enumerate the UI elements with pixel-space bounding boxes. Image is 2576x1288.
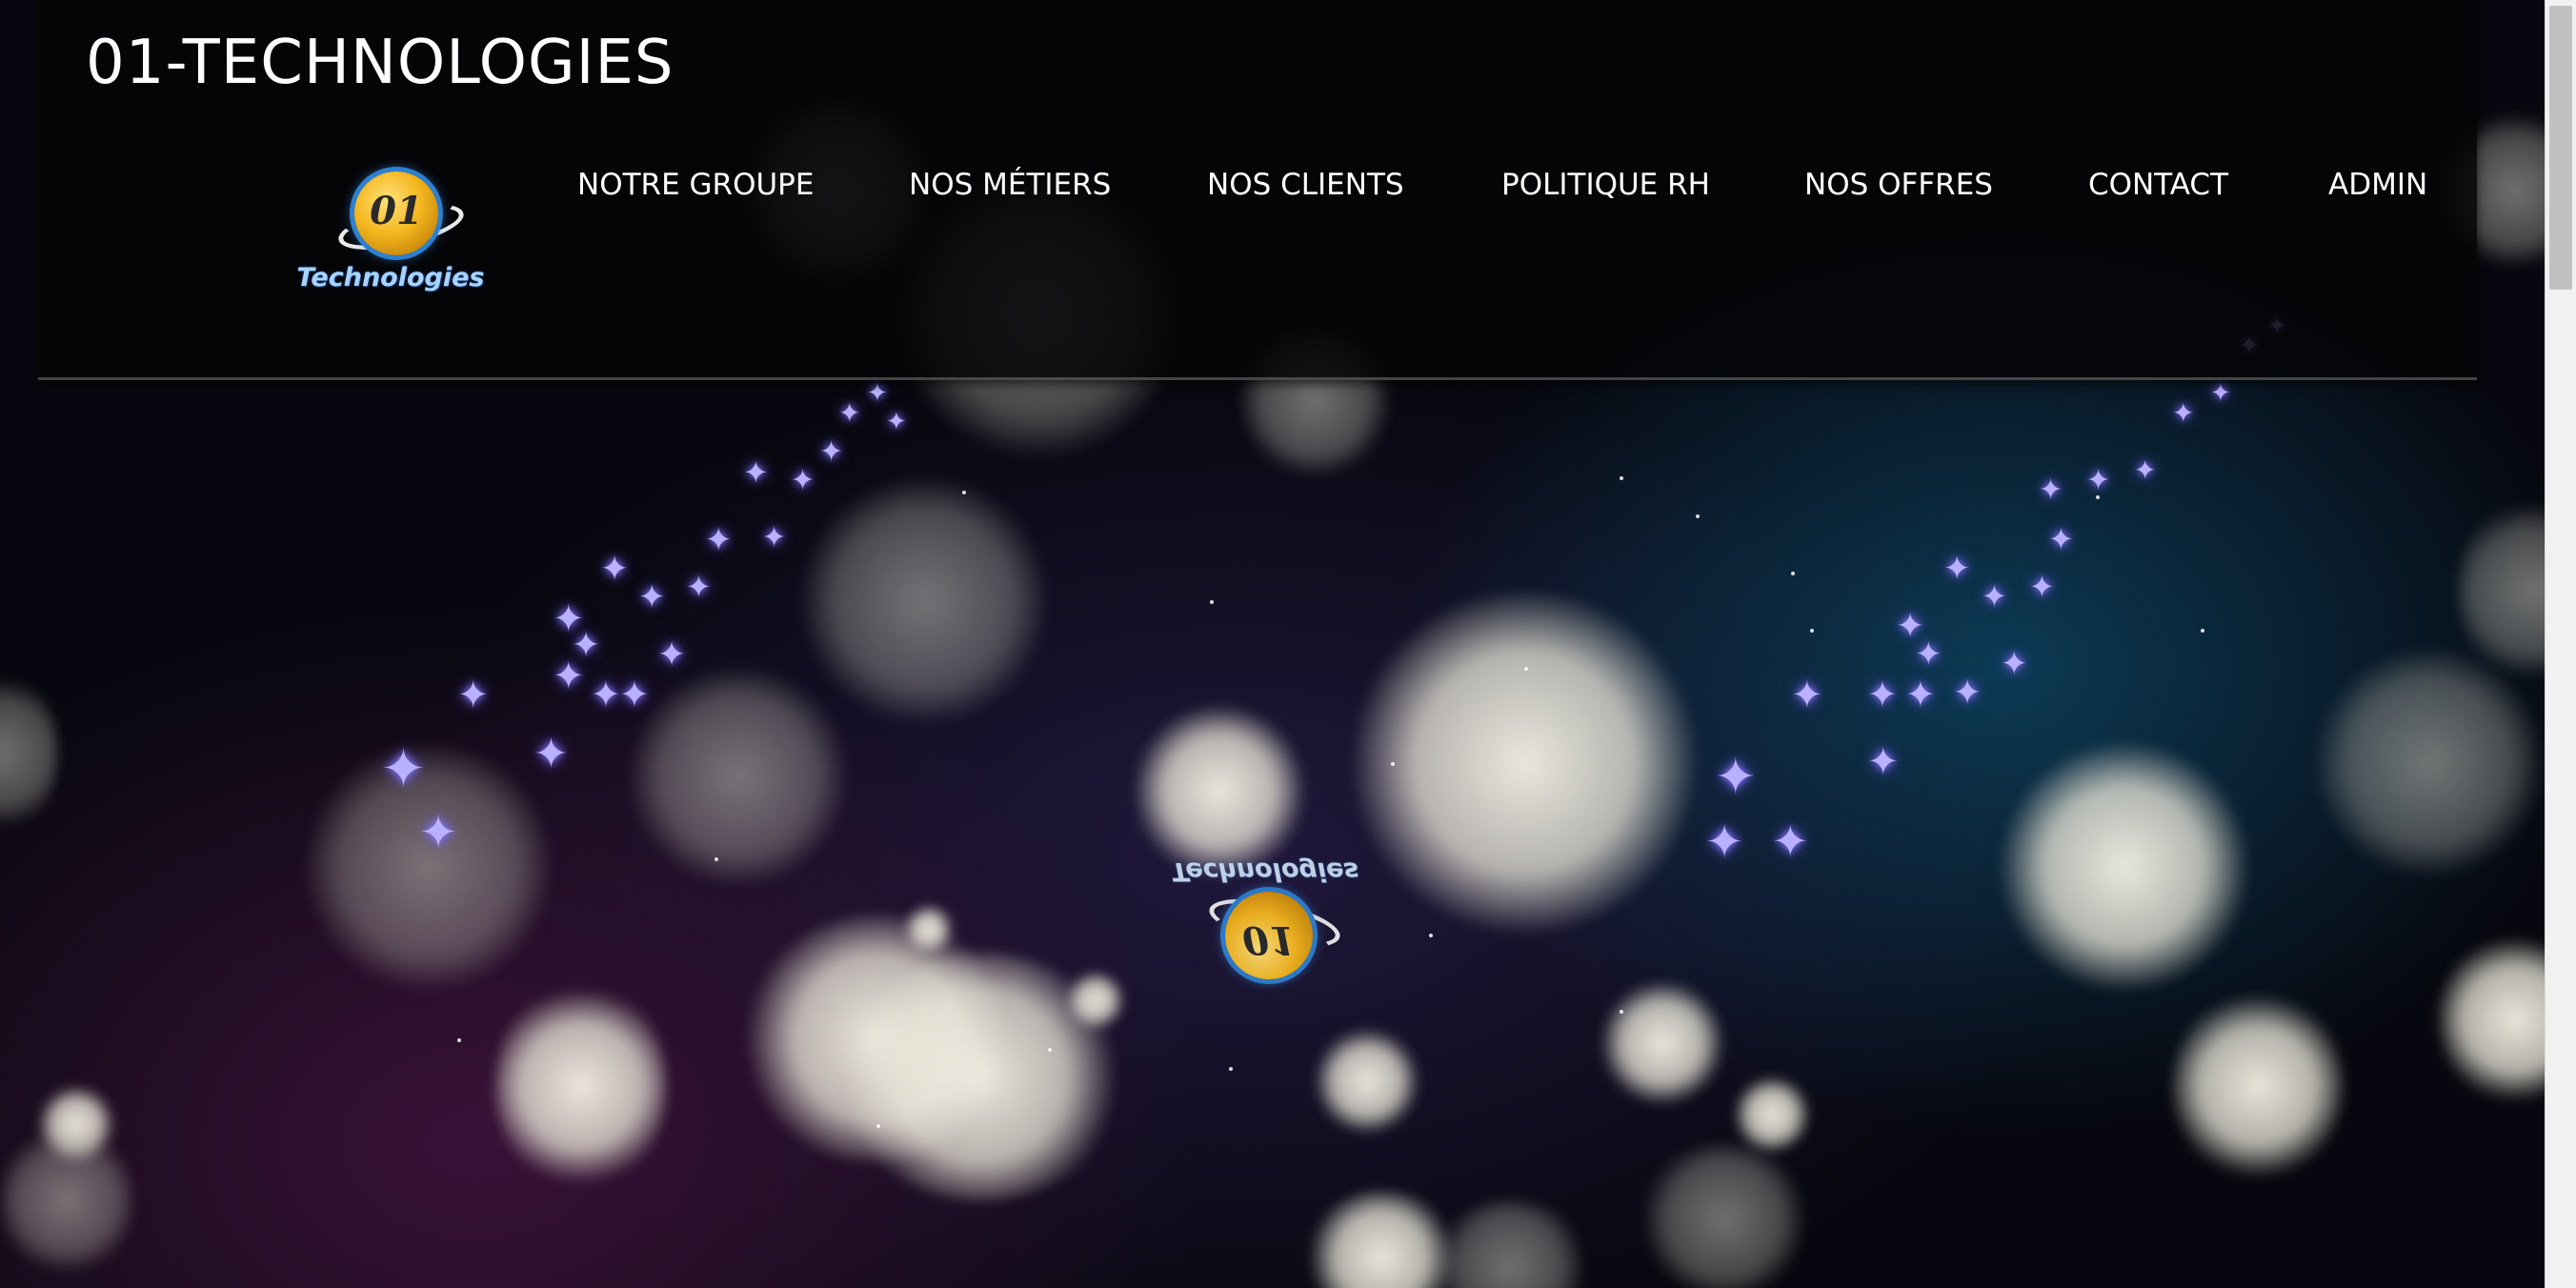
sparkle-star: ✦	[819, 435, 844, 469]
sparkle-star: ✦	[2048, 521, 2074, 557]
star-dot	[1391, 762, 1395, 766]
star-dot	[1048, 1048, 1052, 1052]
sparkle-star: ✦	[1953, 674, 1982, 713]
sparkle-star: ✦	[2086, 464, 2111, 497]
site-title[interactable]: 01-TECHNOLOGIES	[86, 23, 674, 103]
sparkle-star: ✦	[743, 454, 769, 491]
nav-item-admin[interactable]: ADMIN	[2328, 164, 2427, 206]
bokeh-light	[2439, 934, 2546, 1105]
sparkle-star: ✦	[1791, 674, 1823, 717]
bokeh-light	[1067, 972, 1124, 1029]
star-dot	[1620, 476, 1623, 480]
bokeh-light	[2001, 743, 2248, 991]
bokeh-light	[800, 476, 1048, 724]
scrollbar-thumb[interactable]	[2549, 6, 2572, 290]
bokeh-light	[1315, 1029, 1419, 1134]
nav-item-nos-offres[interactable]: NOS OFFRES	[1804, 164, 1993, 206]
sparkle-star: ✦	[838, 397, 861, 429]
star-dot	[876, 1124, 880, 1128]
star-dot	[457, 1038, 461, 1042]
sparkle-star: ✦	[600, 550, 630, 589]
sparkle-star: ✦	[2039, 473, 2063, 507]
star-dot	[1620, 1010, 1623, 1014]
sparkle-star: ✦	[762, 521, 787, 554]
sparkle-star: ✦	[886, 408, 907, 436]
bokeh-light	[1134, 705, 1305, 876]
bokeh-light	[905, 905, 953, 953]
sparkle-star: ✦	[705, 521, 733, 559]
sparkle-star: ✦	[2134, 454, 2157, 486]
sparkle-star: ✦	[381, 738, 426, 800]
star-dot	[1696, 514, 1700, 518]
sparkle-star: ✦	[457, 674, 490, 717]
star-dot	[1429, 934, 1433, 937]
nav-item-nos-metiers[interactable]: NOS MÉTIERS	[909, 164, 1111, 206]
logo-caption: Technologies	[296, 263, 485, 292]
sparkle-star: ✦	[1915, 635, 1942, 674]
sparkle-star: ✦	[591, 674, 621, 715]
nav-item-politique-rh[interactable]: POLITIQUE RH	[1501, 164, 1710, 206]
star-dot	[1810, 629, 1814, 633]
sparkle-star: ✦	[686, 569, 712, 605]
sparkle-star: ✦	[1982, 578, 2007, 614]
bokeh-light	[629, 667, 848, 886]
bokeh-light	[1429, 1200, 1591, 1288]
sparkle-star: ✦	[1905, 674, 1936, 715]
sparkle-star: ✦	[1715, 749, 1757, 806]
sparkle-star: ✦	[1943, 550, 1971, 588]
hero-logo-mark: 01	[1242, 917, 1296, 962]
star-dot	[2201, 629, 2204, 633]
star-dot	[1524, 667, 1528, 671]
page-scrollbar[interactable]	[2545, 0, 2576, 1288]
sparkle-star: ✦	[1772, 815, 1809, 867]
nav-item-contact[interactable]: CONTACT	[2088, 164, 2228, 206]
nav-item-notre-groupe[interactable]: NOTRE GROUPE	[577, 164, 814, 206]
sparkle-star: ✦	[572, 626, 601, 665]
main-nav: NOTRE GROUPE NOS MÉTIERS NOS CLIENTS POL…	[38, 164, 2477, 206]
sparkle-star: ✦	[1867, 740, 1900, 784]
bokeh-light	[495, 981, 667, 1191]
sparkle-star: ✦	[657, 635, 687, 674]
bokeh-light	[1734, 1077, 1810, 1153]
sparkle-star: ✦	[2029, 569, 2055, 605]
sparkle-star: ✦	[2001, 645, 2028, 683]
star-dot	[962, 491, 966, 494]
star-dot	[1229, 1067, 1233, 1071]
hero-logo-caption: Technologies	[1171, 856, 1359, 886]
sparkle-star: ✦	[533, 730, 569, 778]
sparkle-star: ✦	[419, 806, 458, 859]
star-dot	[1210, 600, 1214, 604]
site-header: 01-TECHNOLOGIES 01 Technologies NOTRE GR…	[38, 0, 2477, 380]
sparkle-star: ✦	[619, 674, 650, 715]
bokeh-light	[2172, 991, 2344, 1181]
sparkle-star: ✦	[791, 464, 815, 497]
sparkle-star: ✦	[2210, 379, 2231, 408]
sparkle-star: ✦	[638, 578, 666, 616]
bokeh-light	[0, 1124, 133, 1277]
sparkle-star: ✦	[2172, 397, 2195, 429]
sparkle-star: ✦	[1867, 674, 1898, 715]
star-dot	[714, 857, 718, 861]
bokeh-light	[1600, 981, 1724, 1105]
bokeh-light	[2315, 648, 2544, 876]
hero-logo-reflection: 01 Technologies	[1170, 854, 1360, 987]
bokeh-light	[1639, 1143, 1810, 1288]
bokeh-light	[1353, 591, 1696, 934]
nav-item-nos-clients[interactable]: NOS CLIENTS	[1207, 164, 1404, 206]
bokeh-light	[305, 743, 553, 991]
sparkle-star: ✦	[867, 379, 888, 408]
sparkle-star: ✦	[1705, 815, 1744, 869]
bokeh-light	[0, 667, 57, 838]
star-dot	[1791, 572, 1795, 575]
